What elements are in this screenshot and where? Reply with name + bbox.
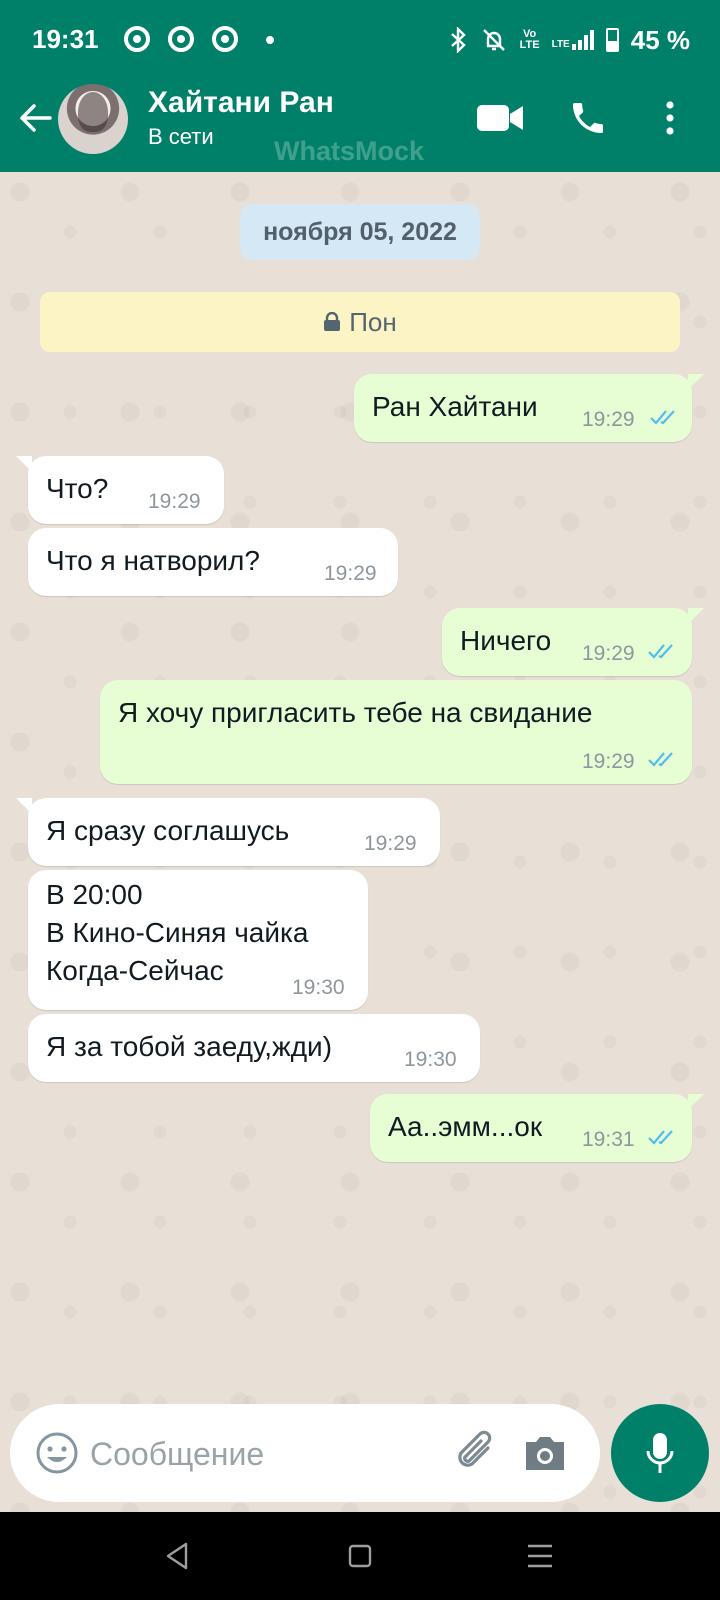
encryption-banner-text: Пон — [349, 306, 397, 337]
video-camera-icon — [477, 105, 523, 131]
read-receipt-icon — [648, 752, 673, 767]
message-bubble-outgoing[interactable]: Ран Хайтани 19:29 — [354, 374, 704, 442]
chrome-notification-icon — [212, 26, 238, 52]
message-text: В 20:00 В Кино-Синяя чайка Когда-Сейчас — [46, 879, 309, 986]
message-bubble-incoming[interactable]: В 20:00 В Кино-Синяя чайка Когда-Сейчас … — [28, 870, 368, 1010]
message-bubble-incoming[interactable]: Что я натворил? 19:29 — [28, 528, 398, 596]
message-text: Что я натворил? — [46, 545, 260, 576]
bluetooth-icon — [450, 27, 466, 53]
message-bubble-outgoing[interactable]: Я хочу пригласить тебе на свидание 19:29 — [100, 680, 692, 784]
message-text: Я хочу пригласить тебе на свидание — [118, 697, 593, 728]
chat-header: Хайтани Ран В сети WhatsMock — [0, 80, 720, 172]
read-receipt-icon — [650, 410, 675, 425]
status-time: 19:31 — [32, 24, 99, 54]
contact-name[interactable]: Хайтани Ран — [148, 86, 334, 120]
app-watermark: WhatsMock — [274, 136, 425, 166]
message-bubble-outgoing[interactable]: Аа..эмм...ок 19:31 — [370, 1094, 704, 1162]
microphone-icon — [646, 1433, 674, 1473]
chrome-notification-icon — [124, 26, 150, 52]
mute-bell-icon — [482, 29, 505, 51]
message-time: 19:29 — [582, 408, 635, 431]
system-navigation-bar — [0, 1512, 720, 1600]
chrome-notification-icon — [168, 26, 194, 52]
lock-icon — [324, 312, 341, 331]
back-arrow-icon[interactable] — [14, 96, 58, 140]
volte-indicator: Vo LTE — [519, 28, 540, 51]
message-time: 19:31 — [582, 1128, 635, 1151]
voice-message-button[interactable] — [611, 1404, 709, 1502]
message-time: 19:29 — [582, 750, 635, 773]
nav-home-icon[interactable] — [340, 1538, 380, 1574]
status-bar: 19:31 Vo LTE LTE 45 % — [0, 0, 720, 80]
date-chip: ноября 05, 2022 — [240, 204, 480, 260]
battery-percent: 45 % — [630, 24, 690, 55]
contact-avatar[interactable] — [58, 84, 128, 154]
message-time: 19:30 — [292, 976, 345, 999]
message-composer — [10, 1404, 600, 1502]
message-text: Что? — [46, 473, 109, 504]
contact-status: В сети — [148, 124, 214, 149]
kebab-menu-icon — [666, 101, 674, 135]
nav-recents-icon[interactable] — [520, 1538, 560, 1574]
paperclip-icon[interactable] — [450, 1426, 504, 1480]
message-text: Аа..эмм...ок — [388, 1111, 543, 1142]
signal-icon — [571, 30, 594, 50]
message-text: Ничего — [460, 625, 552, 656]
nav-back-icon[interactable] — [158, 1538, 198, 1574]
voice-call-button[interactable] — [562, 92, 614, 144]
video-call-button[interactable] — [474, 92, 526, 144]
message-bubble-outgoing[interactable]: Ничего 19:29 — [442, 608, 704, 676]
more-notifications-dot-icon — [266, 36, 274, 44]
emoji-icon[interactable] — [34, 1430, 80, 1476]
message-bubble-incoming[interactable]: Я за тобой заеду,жди) 19:30 — [28, 1014, 480, 1082]
more-options-button[interactable] — [650, 92, 690, 144]
lte-indicator: LTE — [551, 39, 570, 50]
message-time: 19:29 — [582, 642, 635, 665]
read-receipt-icon — [648, 644, 673, 659]
message-text: Я сразу соглашусь — [46, 815, 290, 846]
read-receipt-icon — [648, 1130, 673, 1145]
message-time: 19:29 — [148, 490, 201, 513]
message-bubble-incoming[interactable]: Я сразу соглашусь 19:29 — [16, 798, 440, 866]
message-text: Я за тобой заеду,жди) — [46, 1031, 333, 1062]
phone-icon — [573, 103, 603, 133]
message-time: 19:29 — [324, 562, 377, 585]
message-input[interactable] — [88, 1428, 432, 1480]
battery-icon — [605, 28, 619, 52]
message-text: Ран Хайтани — [372, 391, 538, 422]
chat-area[interactable]: ноября 05, 2022 Пон Ран Хайтани 19:29 Чт… — [0, 172, 720, 1512]
message-bubble-incoming[interactable]: Что? 19:29 — [16, 456, 224, 524]
message-time: 19:29 — [364, 832, 417, 855]
encryption-banner[interactable]: Пон — [40, 292, 680, 352]
camera-icon[interactable] — [520, 1428, 570, 1478]
message-time: 19:30 — [404, 1048, 457, 1071]
